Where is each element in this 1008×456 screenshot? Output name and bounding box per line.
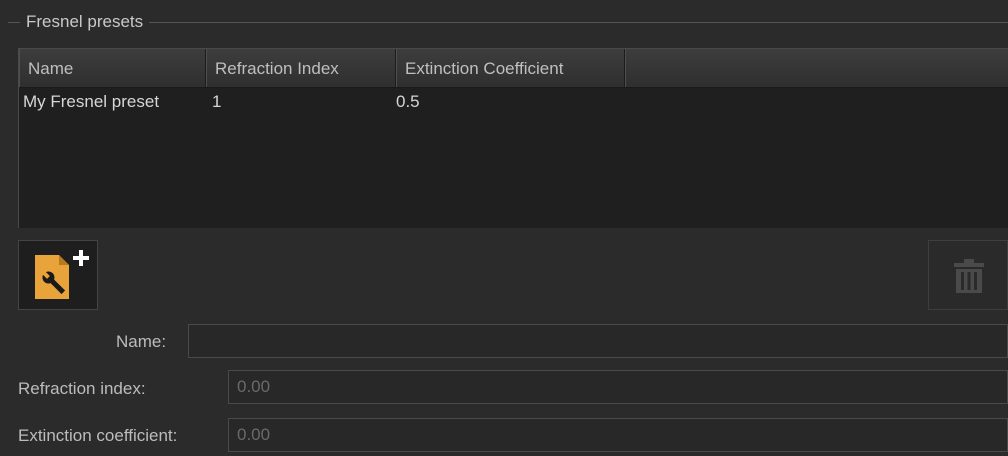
- cell-extinction-coefficient: 0.5: [396, 92, 420, 111]
- group-border: [8, 22, 1008, 23]
- table-header: Name Refraction Index Extinction Coeffic…: [19, 49, 1008, 88]
- name-label: Name:: [116, 332, 167, 351]
- group-title: Fresnel presets: [20, 12, 150, 32]
- column-header-extinction-coefficient[interactable]: Extinction Coefficient: [396, 49, 625, 87]
- refraction-index-label: Refraction index:: [18, 379, 146, 398]
- fresnel-presets-panel: Fresnel presets Name Refraction Index Ex…: [0, 0, 1008, 456]
- add-preset-button[interactable]: [18, 240, 98, 310]
- cell-refraction-index: 1: [212, 92, 222, 111]
- cell-name: My Fresnel preset: [23, 92, 160, 111]
- trash-icon: [954, 259, 984, 293]
- table-body: My Fresnel preset 1 0.5: [19, 87, 1008, 117]
- refraction-index-input[interactable]: [228, 370, 1008, 404]
- name-input[interactable]: [188, 324, 1008, 358]
- column-header-refraction-index[interactable]: Refraction Index: [206, 49, 396, 87]
- extinction-coefficient-label: Extinction coefficient:: [18, 426, 178, 445]
- delete-preset-button[interactable]: [928, 240, 1008, 310]
- presets-table[interactable]: Name Refraction Index Extinction Coeffic…: [18, 48, 1008, 228]
- column-header-name[interactable]: Name: [19, 49, 206, 87]
- table-row[interactable]: My Fresnel preset 1 0.5: [19, 87, 1008, 117]
- column-header-empty: [625, 49, 1008, 87]
- extinction-coefficient-input[interactable]: [228, 418, 1008, 452]
- new-preset-icon: [35, 250, 89, 299]
